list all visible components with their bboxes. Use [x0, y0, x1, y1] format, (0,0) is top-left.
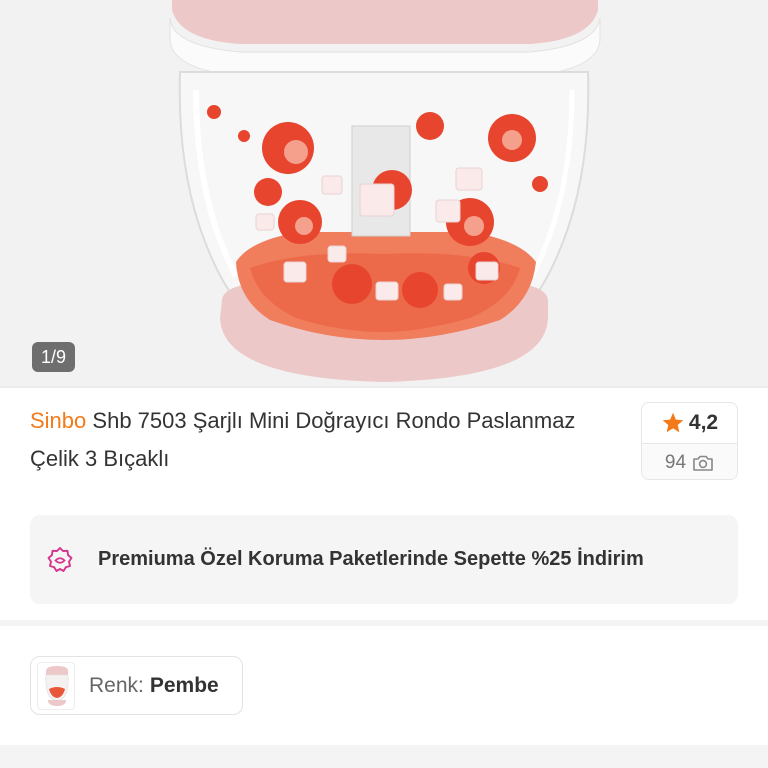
image-counter-badge: 1/9	[32, 342, 76, 372]
rating-summary[interactable]: 4,2 94	[641, 402, 738, 480]
section-divider-bottom	[0, 745, 768, 768]
product-title: Sinbo Shb 7503 Şarjlı Mini Doğrayıcı Ron…	[30, 402, 620, 478]
rating-score: 4,2	[688, 411, 719, 434]
variant-label: Renk:	[89, 673, 144, 697]
color-variant-selector[interactable]: Renk: Pembe	[30, 656, 243, 715]
camera-icon	[693, 455, 713, 471]
variant-thumbnail	[37, 661, 75, 710]
product-image-gallery[interactable]: 1/9	[0, 0, 768, 386]
product-name: Shb 7503 Şarjlı Mini Doğrayıcı Rondo Pas…	[30, 408, 576, 471]
brand-link[interactable]: Sinbo	[30, 408, 86, 433]
promo-text: Premiuma Özel Koruma Paketlerinde Sepett…	[98, 548, 644, 570]
product-image[interactable]	[0, 0, 768, 386]
variant-image	[45, 665, 69, 706]
photo-review-count[interactable]: 94	[642, 443, 737, 479]
rating-score-row: 4,2	[642, 403, 737, 443]
variant-value: Pembe	[149, 673, 219, 697]
premium-badge-icon	[47, 546, 73, 572]
section-divider	[0, 620, 768, 626]
divider	[0, 386, 768, 388]
review-count: 94	[664, 451, 687, 473]
premium-promo-banner[interactable]: Premiuma Özel Koruma Paketlerinde Sepett…	[30, 515, 738, 604]
star-icon	[662, 412, 684, 433]
